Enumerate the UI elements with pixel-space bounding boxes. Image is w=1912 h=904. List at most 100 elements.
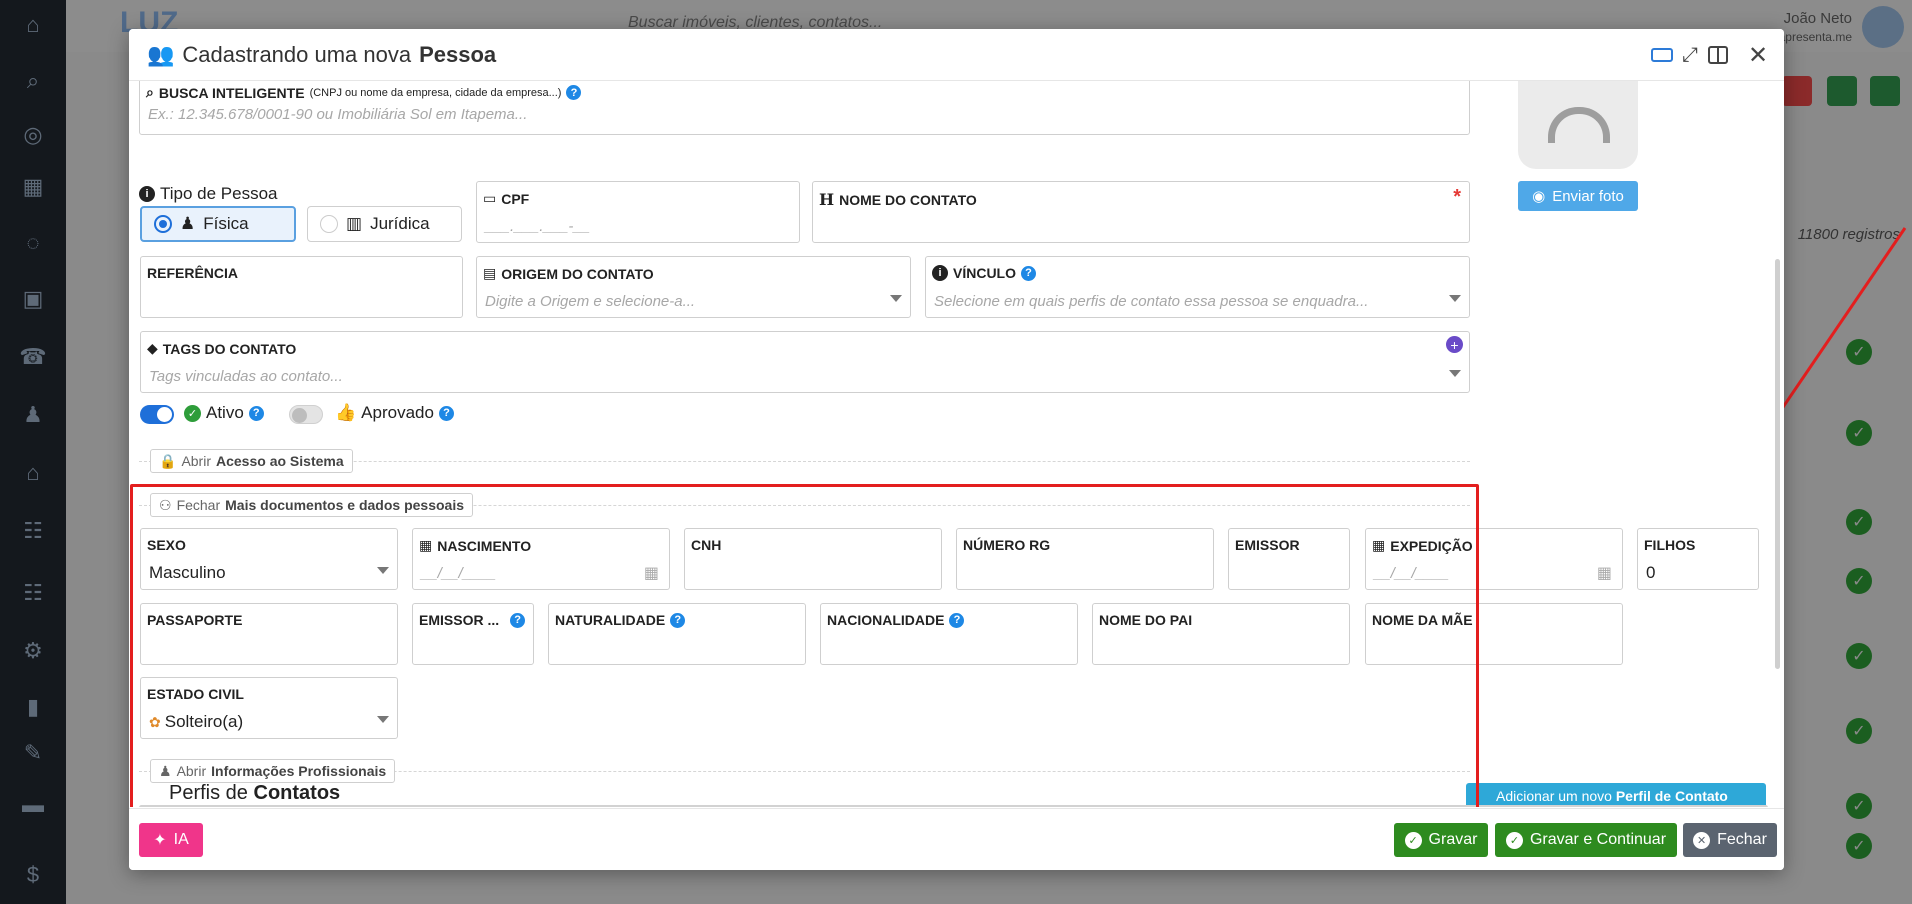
status-check-icon: ✓ [1846,339,1872,365]
system-access-toggle-button[interactable]: 🔒 Abrir Acesso ao Sistema [150,449,353,473]
status-check-icon: ✓ [1846,509,1872,535]
horizontal-scrollbar[interactable] [139,805,1768,807]
user-icon: ♟ [180,214,196,233]
user-sub: apresenta.me [1778,30,1852,44]
phone-icon[interactable]: ☎ [18,342,48,372]
close-button[interactable]: ✕ Fechar [1683,823,1777,857]
modal-footer: ✦ IA ✓ Gravar ✓ Gravar e Continuar ✕ Fec… [129,808,1784,870]
calendar-icon[interactable]: ▦ [1597,563,1612,583]
cpf-input[interactable]: ___.___.___-__ [485,218,590,235]
smart-search-input[interactable]: Ex.: 12.345.678/0001-90 ou Imobiliária S… [148,106,527,123]
house-icon[interactable]: ⌂ [18,458,48,488]
cpf-field[interactable]: ▭ CPF ___.___.___-__ [476,181,800,243]
camera-icon: ◉ [1532,188,1546,205]
help-icon[interactable]: ? [1021,265,1036,281]
children-field[interactable]: FILHOS 0 [1637,528,1759,590]
group-icon[interactable]: ☷ [18,578,48,608]
print-icon[interactable] [1870,76,1900,106]
help-icon[interactable]: ? [248,405,264,421]
chevron-down-icon [1449,370,1461,377]
thumbs-up-icon: 👍 [335,403,357,422]
chart-icon[interactable]: ▮ [18,692,48,722]
save-button[interactable]: ✓ Gravar [1394,823,1488,857]
marital-status-select[interactable]: ESTADO CIVIL ✿ Solteiro(a) [140,677,398,739]
save-continue-button[interactable]: ✓ Gravar e Continuar [1495,823,1677,857]
contact-name-field[interactable]: H NOME DO CONTATO * [812,181,1470,243]
professional-info-toggle-button[interactable]: ♟ Abrir Informações Profissionais [150,759,396,783]
ai-button[interactable]: ✦ IA [139,823,203,857]
link-select[interactable]: i VÍNCULO? Selecione em quais perfis de c… [925,256,1470,318]
close-icon[interactable]: ✕ [1745,42,1771,69]
active-label: ✓ Ativo ? [184,403,264,423]
search-small-icon[interactable]: ◎ [18,120,48,150]
radio-juridica[interactable]: ▥ Jurídica [307,206,462,242]
avatar[interactable] [1862,6,1904,48]
vertical-scrollbar[interactable] [1775,259,1780,669]
help-icon[interactable]: ? [949,612,965,628]
active-toggle[interactable] [140,405,174,424]
grid-icon[interactable]: ▦ [18,172,48,202]
search-icon[interactable]: ⌕ [18,66,48,96]
expand-icon[interactable]: ⤢ [1677,43,1703,67]
cnh-field[interactable]: CNH [684,528,942,590]
upload-photo-button[interactable]: ◉ Enviar foto [1518,181,1638,211]
close-circle-icon: ✕ [1693,831,1711,849]
issue-date-field[interactable]: ▦ EXPEDIÇÃO __/__/____ ▦ [1365,528,1623,590]
passport-issuer-field[interactable]: EMISSOR ...? [412,603,534,665]
calendar-icon[interactable]: ▦ [644,563,659,583]
user-icon[interactable]: ♟ [18,400,48,430]
help-icon[interactable]: ? [510,612,526,628]
help-icon[interactable]: ? [438,405,454,421]
chevron-down-icon [1449,295,1461,302]
birthplace-field[interactable]: NATURALIDADE? [548,603,806,665]
help-icon[interactable]: ? [670,612,686,628]
building-icon: ▥ [346,214,363,233]
more-documents-toggle-button[interactable]: ⚇ Fechar Mais documentos e dados pessoais [150,493,473,517]
tools-icon[interactable]: ✎ [18,738,48,768]
rg-field[interactable]: NÚMERO RG [956,528,1214,590]
mother-name-field[interactable]: NOME DA MÃE [1365,603,1623,665]
radio-fisica[interactable]: ♟ Física [140,206,296,242]
reference-field[interactable]: REFERÊNCIA [140,256,463,318]
gear-icon[interactable]: ⚙ [18,636,48,666]
records-count: 11800 registros [1797,226,1900,243]
calendar-icon: ▦ [419,537,433,553]
smart-search-label: ⌕ BUSCA INTELIGENTE (CNPJ ou nome da emp… [146,84,582,101]
delete-icon[interactable] [1782,76,1812,106]
add-tag-icon[interactable]: + [1446,336,1463,353]
side-panel-icon[interactable] [1705,43,1731,67]
approved-toggle[interactable] [289,405,323,424]
dollar-icon[interactable]: $ [18,860,48,890]
father-name-field[interactable]: NOME DO PAI [1092,603,1350,665]
origin-select[interactable]: ▤ ORIGEM DO CONTATO Digite a Origem e sel… [476,256,911,318]
nationality-field[interactable]: NACIONALIDADE? [820,603,1078,665]
issuer-field[interactable]: EMISSOR [1228,528,1350,590]
passport-field[interactable]: PASSAPORTE [140,603,398,665]
smart-search-field[interactable]: ⌕ BUSCA INTELIGENTE (CNPJ ou nome da emp… [139,81,1470,135]
avatar-placeholder [1518,81,1638,169]
sex-select[interactable]: SEXO Masculino [140,528,398,590]
people-icon[interactable]: ☷ [18,516,48,546]
approved-label: 👍 Aprovado ? [335,403,454,423]
help-icon[interactable]: ? [566,85,582,100]
add-profile-button[interactable]: Adicionar um novo Perfil de Contato [1466,783,1766,807]
radio-dot [320,215,338,233]
user-name: João Neto [1783,10,1852,27]
tags-field[interactable]: ◆ TAGS DO CONTATO Tags vinculadas ao cont… [140,331,1470,393]
id-card-icon: ▭ [483,190,497,206]
check-icon: ✓ [1505,831,1523,849]
whatsapp-icon[interactable]: ◌ [18,228,48,258]
user-menu[interactable]: João Neto apresenta.me [1779,10,1852,46]
app-sidebar: ⌂ ⌕ ◎ ▦ ◌ ▣ ☎ ♟ ⌂ ☷ ☷ ⚙ ▮ ✎ ▬ $ [0,0,66,904]
folder-icon[interactable]: ▬ [18,790,48,820]
radio-dot [154,215,172,233]
birth-date-field[interactable]: ▦ NASCIMENTO __/__/____ ▦ [412,528,670,590]
search-icon: ⌕ [146,84,154,100]
info-icon[interactable] [1827,76,1857,106]
robot-icon[interactable]: ▣ [18,284,48,314]
title-bold: Pessoa [419,42,497,67]
window-mode-icon[interactable] [1649,43,1675,67]
chevron-down-icon [377,716,389,723]
home-logo-icon[interactable]: ⌂ [18,10,48,40]
origin-icon: ▤ [483,265,497,281]
